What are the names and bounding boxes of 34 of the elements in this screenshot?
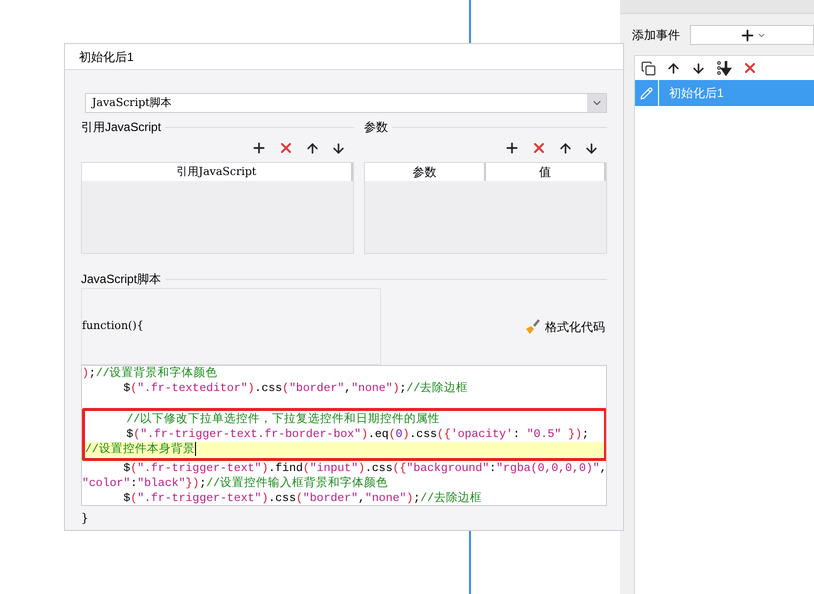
- code-line: );//设置背景和字体颜色: [82, 366, 219, 381]
- code-line: //以下修改下拉单选控件，下拉复选控件和日期控件的属性: [125, 412, 442, 427]
- add-icon[interactable]: [251, 140, 267, 156]
- section-title: 参数: [364, 119, 388, 136]
- text-cursor: [194, 442, 196, 456]
- move-up-icon[interactable]: [305, 140, 320, 156]
- add-icon: [738, 26, 756, 44]
- add-icon[interactable]: [504, 140, 520, 156]
- broom-icon: [525, 318, 541, 335]
- move-down-icon[interactable]: [584, 140, 599, 156]
- code-header: function(){: [82, 318, 144, 334]
- column-header: 值: [486, 163, 606, 182]
- code-line: $(".fr-texteditor").css("border","none");//去除边框: [122, 380, 470, 396]
- code-footer: }: [81, 511, 89, 525]
- dialog-title: 初始化后1: [79, 48, 134, 66]
- move-up-icon[interactable]: [558, 140, 573, 156]
- move-down-icon[interactable]: [691, 60, 706, 76]
- section-title: 引用JavaScript: [81, 119, 162, 136]
- column-header: 参数: [365, 163, 486, 182]
- delete-icon[interactable]: [742, 60, 758, 76]
- script-type-select[interactable]: JavaScript脚本: [85, 93, 607, 114]
- move-bottom-icon[interactable]: [716, 60, 732, 76]
- column-header: 引用JavaScript: [82, 163, 353, 182]
- code-line: "color":"black"});//设置控件输入框背景和字体颜色: [82, 476, 390, 491]
- edit-icon: [640, 86, 653, 100]
- copy-icon[interactable]: [641, 60, 656, 76]
- add-event-label: 添加事件: [632, 27, 680, 44]
- code-line: $(".fr-trigger-text.fr-border-box").eq(0).css({'opacity': "0.5" });: [125, 426, 590, 442]
- move-up-icon[interactable]: [666, 60, 681, 76]
- move-down-icon[interactable]: [331, 140, 346, 156]
- code-line: $(".fr-trigger-text").css("border","none");//去除边框: [122, 490, 484, 505]
- format-code-button[interactable]: 格式化代码: [525, 318, 605, 336]
- code-line: $(".fr-trigger-text").find("input").css({"background":"rgba(0,0,0,0)",: [122, 460, 606, 476]
- section-title: JavaScript脚本: [81, 271, 162, 288]
